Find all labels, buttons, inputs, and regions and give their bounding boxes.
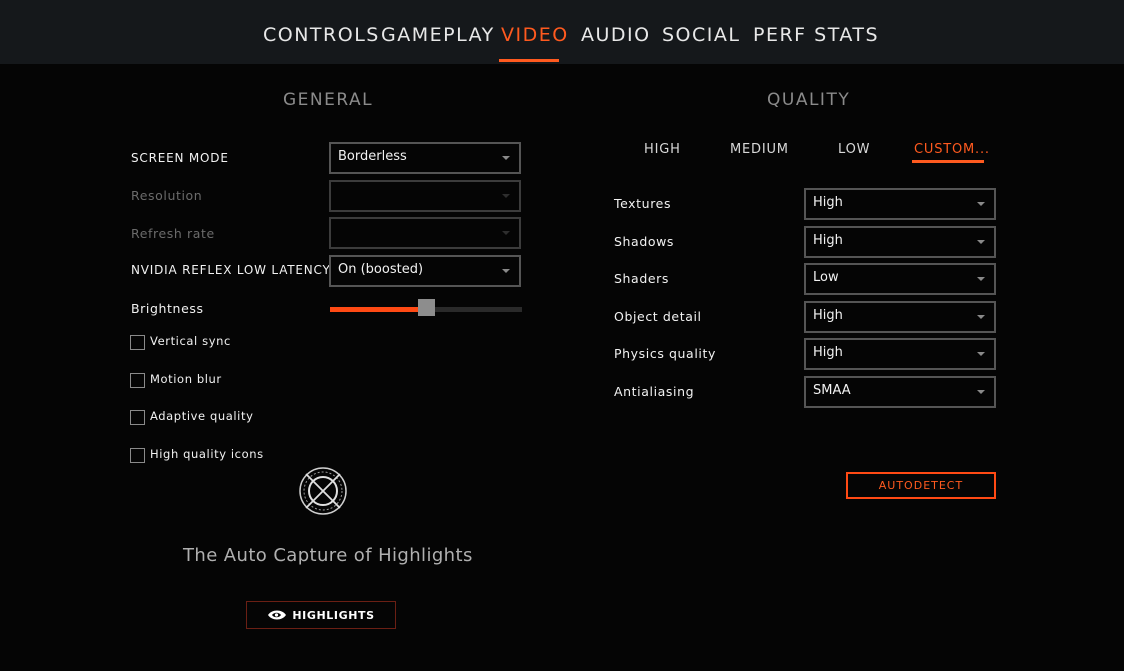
brightness-slider-handle[interactable]	[418, 299, 435, 316]
tab-video[interactable]: VIDEO	[501, 24, 569, 46]
chevron-down-icon	[977, 390, 985, 394]
tab-social[interactable]: SOCIAL	[662, 24, 740, 46]
high-quality-icons-checkbox[interactable]	[130, 448, 145, 463]
physics-quality-value: High	[813, 345, 843, 360]
tab-gameplay[interactable]: GAMEPLAY	[381, 24, 495, 46]
top-nav-bar: CONTROLS GAMEPLAY VIDEO AUDIO SOCIAL PER…	[0, 0, 1124, 64]
chevron-down-icon	[977, 240, 985, 244]
tab-audio[interactable]: AUDIO	[581, 24, 651, 46]
autodetect-button[interactable]: AUTODETECT	[846, 472, 996, 499]
chevron-down-icon	[977, 352, 985, 356]
vertical-sync-label: Vertical sync	[150, 334, 231, 348]
screen-mode-value: Borderless	[338, 149, 407, 164]
shadows-value: High	[813, 233, 843, 248]
chevron-down-icon	[977, 315, 985, 319]
nvidia-reflex-select[interactable]: On (boosted)	[329, 255, 521, 287]
object-detail-value: High	[813, 308, 843, 323]
autodetect-button-label: AUTODETECT	[878, 479, 964, 492]
shaders-select[interactable]: Low	[804, 263, 996, 295]
textures-select[interactable]: High	[804, 188, 996, 220]
adaptive-quality-checkbox[interactable]	[130, 410, 145, 425]
shadows-select[interactable]: High	[804, 226, 996, 258]
preset-medium[interactable]: MEDIUM	[730, 142, 789, 157]
vertical-sync-checkbox[interactable]	[130, 335, 145, 350]
active-tab-indicator	[499, 59, 559, 62]
object-detail-select[interactable]: High	[804, 301, 996, 333]
physics-quality-label: Physics quality	[614, 346, 716, 361]
tab-controls[interactable]: CONTROLS	[263, 24, 380, 46]
shaders-label: Shaders	[614, 271, 669, 286]
preset-high[interactable]: HIGH	[644, 142, 681, 157]
screen-mode-select[interactable]: Borderless	[329, 142, 521, 174]
shadows-label: Shadows	[614, 234, 675, 249]
brightness-slider-fill	[330, 307, 426, 312]
highlights-caption: The Auto Capture of Highlights	[183, 545, 473, 566]
brightness-slider[interactable]	[330, 299, 522, 316]
antialiasing-select[interactable]: SMAA	[804, 376, 996, 408]
antialiasing-value: SMAA	[813, 383, 851, 398]
screen-mode-label: SCREEN MODE	[131, 151, 229, 165]
refresh-rate-select	[329, 217, 521, 249]
shaders-value: Low	[813, 270, 839, 285]
nvidia-reflex-value: On (boosted)	[338, 262, 424, 277]
textures-label: Textures	[614, 196, 672, 211]
nvidia-reflex-label: NVIDIA REFLEX LOW LATENCY	[131, 263, 331, 277]
adaptive-quality-label: Adaptive quality	[150, 409, 254, 423]
general-section-title: GENERAL	[283, 90, 374, 110]
highlights-button[interactable]: HIGHLIGHTS	[246, 601, 396, 629]
motion-blur-checkbox[interactable]	[130, 373, 145, 388]
antialiasing-label: Antialiasing	[614, 384, 695, 399]
resolution-label: Resolution	[131, 188, 203, 203]
refresh-rate-label: Refresh rate	[131, 226, 215, 241]
nvidia-eye-icon	[268, 610, 287, 620]
highlights-button-label: HIGHLIGHTS	[292, 608, 375, 622]
brightness-label: Brightness	[131, 301, 204, 316]
preset-custom[interactable]: CUSTOM...	[914, 142, 990, 157]
textures-value: High	[813, 195, 843, 210]
chevron-down-icon	[502, 231, 510, 235]
high-quality-icons-label: High quality icons	[150, 447, 264, 461]
motion-blur-label: Motion blur	[150, 372, 222, 386]
chevron-down-icon	[502, 194, 510, 198]
chevron-down-icon	[502, 269, 510, 273]
resolution-select	[329, 180, 521, 212]
chevron-down-icon	[977, 277, 985, 281]
active-preset-indicator	[912, 160, 984, 163]
preset-low[interactable]: LOW	[838, 142, 870, 157]
chevron-down-icon	[977, 202, 985, 206]
object-detail-label: Object detail	[614, 309, 702, 324]
chevron-down-icon	[502, 156, 510, 160]
physics-quality-select[interactable]: High	[804, 338, 996, 370]
tab-perf-stats[interactable]: PERF STATS	[753, 24, 879, 46]
quality-section-title: QUALITY	[767, 90, 851, 110]
highlights-reticle-icon	[299, 467, 347, 515]
